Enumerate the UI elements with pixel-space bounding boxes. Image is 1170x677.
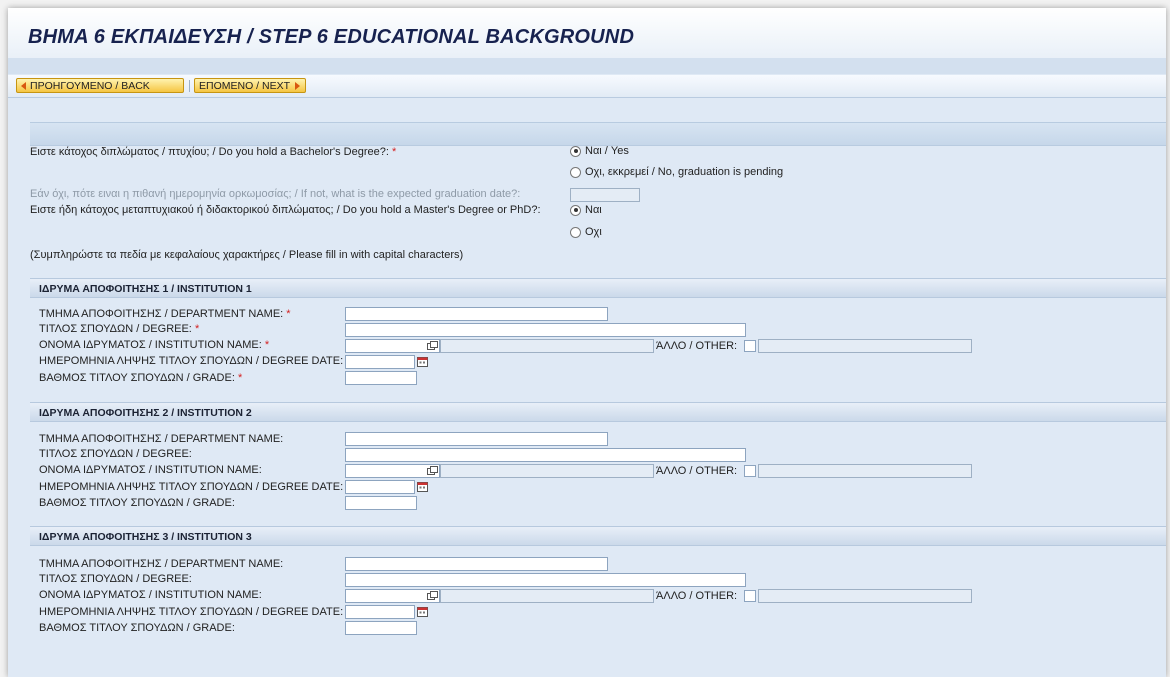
value-help-icon[interactable] [427,466,438,475]
bachelor-radio-pending-label: Οχι, εκκρεμεί / No, graduation is pendin… [585,166,784,178]
masters-radio-no-label: Οχι [585,226,602,238]
required-marker: * [264,339,270,351]
bachelor-radio-yes-label: Ναι / Yes [585,145,629,157]
institution-3-other-checkbox[interactable] [744,590,756,602]
calendar-icon[interactable] [417,606,428,617]
arrow-right-icon [295,81,301,90]
page-title: ΒΗΜΑ 6 ΕΚΠΑΙΔΕΥΣΗ / STEP 6 EDUCATIONAL B… [28,26,635,48]
bachelor-question-label: Ειστε κάτοχος διπλώματος / πτυχίου; / Do… [30,146,396,158]
institution-2-department-label: ΤΜΗΜΑ ΑΠΟΦΟΙΤΗΣΗΣ / DEPARTMENT NAME: [39,433,284,445]
institution-3-institution-label: ΟΝΟΜΑ ΙΔΡΥΜΑΤΟΣ / INSTITUTION NAME: [39,589,262,601]
application-window: ΒΗΜΑ 6 ΕΚΠΑΙΔΕΥΣΗ / STEP 6 EDUCATIONAL B… [8,8,1166,677]
institution-3-department-input[interactable] [345,557,608,571]
graduation-date-input[interactable] [570,188,640,202]
institution-2-institution-input[interactable] [345,464,440,478]
radio-selected-icon [570,204,581,216]
institution-1-grade-label: ΒΑΘΜΟΣ ΤΙΤΛΟΥ ΣΠΟΥΔΩΝ / GRADE: * [39,372,242,384]
institution-2-degree-date-label: ΗΜΕΡΟΜΗΝΙΑ ΛΗΨΗΣ ΤΙΤΛΟΥ ΣΠΟΥΔΩΝ / DEGREE… [39,481,344,493]
institution-1-degree-input[interactable] [345,323,746,337]
radio-selected-icon [570,145,581,157]
graduation-date-label: Εάν όχι, πότε ειναι η πιθανή ημερομηνία … [30,188,521,200]
header-strip [8,58,1166,74]
masters-radio-yes[interactable]: Ναι [570,204,602,216]
bachelor-radio-pending[interactable]: Οχι, εκκρεμεί / No, graduation is pendin… [570,166,783,178]
institution-3-institution-input[interactable] [345,589,440,603]
institution-1-department-label: ΤΜΗΜΑ ΑΠΟΦΟΙΤΗΣΗΣ / DEPARTMENT NAME: * [39,308,291,320]
institution-2-degree-input[interactable] [345,448,746,462]
institution-1-other-input[interactable] [758,339,972,353]
institution-1-institution-text [440,339,654,353]
institution-1-grade-input[interactable] [345,371,417,385]
institution-3-grade-input[interactable] [345,621,417,635]
institution-1-degree-date-label: ΗΜΕΡΟΜΗΝΙΑ ΛΗΨΗΣ ΤΙΤΛΟΥ ΣΠΟΥΔΩΝ / DEGREE… [39,355,344,367]
institution-3-degree-label: ΤΙΤΛΟΣ ΣΠΟΥΔΩΝ / DEGREE: [39,573,192,585]
institution-3-header: ΙΔΡΥΜΑ ΑΠΟΦΟΙΤΗΣΗΣ 3 / INSTITUTION 3 [30,526,1166,546]
toolbar: ΠΡΟΗΓΟΥΜΕΝΟ / BACK ΕΠΟΜΕΝΟ / NEXT [8,75,1166,98]
institution-2-degree-date-input[interactable] [345,480,415,494]
institution-label-text: ΟΝΟΜΑ ΙΔΡΥΜΑΤΟΣ / INSTITUTION NAME: [39,339,262,351]
bachelor-question-text: Ειστε κάτοχος διπλώματος / πτυχίου; / Do… [30,146,392,158]
institution-1-degree-label: ΤΙΤΛΟΣ ΣΠΟΥΔΩΝ / DEGREE: * [39,323,199,335]
degree-label-text: ΤΙΤΛΟΣ ΣΠΟΥΔΩΝ / DEGREE: [39,323,192,335]
institution-1-other-label: ΆΛΛΟ / OTHER: [656,340,738,352]
required-marker: * [194,323,200,335]
grade-label-text: ΒΑΘΜΟΣ ΤΙΤΛΟΥ ΣΠΟΥΔΩΝ / GRADE: [39,372,235,384]
required-marker: * [391,146,397,158]
toolbar-separator [189,80,190,92]
institution-2-department-input[interactable] [345,432,608,446]
institution-2-institution-text [440,464,654,478]
bachelor-radio-yes[interactable]: Ναι / Yes [570,145,629,157]
institution-3-other-label: ΆΛΛΟ / OTHER: [656,590,738,602]
institution-3-department-label: ΤΜΗΜΑ ΑΠΟΦΟΙΤΗΣΗΣ / DEPARTMENT NAME: [39,558,284,570]
institution-2-grade-label: ΒΑΘΜΟΣ ΤΙΤΛΟΥ ΣΠΟΥΔΩΝ / GRADE: [39,497,235,509]
institution-1-header: ΙΔΡΥΜΑ ΑΠΟΦΟΙΤΗΣΗΣ 1 / INSTITUTION 1 [30,278,1166,298]
institution-1-institution-input[interactable] [345,339,440,353]
institution-2-other-checkbox[interactable] [744,465,756,477]
institution-3-other-input[interactable] [758,589,972,603]
institution-2-other-input[interactable] [758,464,972,478]
capital-letters-note: (Συμπληρώστε τα πεδία με κεφαλαίους χαρα… [30,249,464,261]
institution-2-other-label: ΆΛΛΟ / OTHER: [656,465,738,477]
masters-question-label: Ειστε ήδη κάτοχος μεταπτυχιακού ή διδακτ… [30,204,541,216]
institution-3-grade-label: ΒΑΘΜΟΣ ΤΙΤΛΟΥ ΣΠΟΥΔΩΝ / GRADE: [39,622,235,634]
next-button-label: ΕΠΟΜΕΝΟ / NEXT [199,79,291,92]
institution-3-degree-date-label: ΗΜΕΡΟΜΗΝΙΑ ΛΗΨΗΣ ΤΙΤΛΟΥ ΣΠΟΥΔΩΝ / DEGREE… [39,606,344,618]
institution-3-degree-date-input[interactable] [345,605,415,619]
institution-3-degree-input[interactable] [345,573,746,587]
department-label-text: ΤΜΗΜΑ ΑΠΟΦΟΙΤΗΣΗΣ / DEPARTMENT NAME: [39,308,284,320]
institution-1-department-input[interactable] [345,307,608,321]
calendar-icon[interactable] [417,481,428,492]
value-help-icon[interactable] [427,591,438,600]
masters-radio-yes-label: Ναι [585,204,602,216]
radio-unselected-icon [570,226,581,238]
institution-3-institution-text [440,589,654,603]
arrow-left-icon [21,81,26,90]
institution-1-institution-label: ΟΝΟΜΑ ΙΔΡΥΜΑΤΟΣ / INSTITUTION NAME: * [39,339,269,351]
back-button[interactable]: ΠΡΟΗΓΟΥΜΕΝΟ / BACK [16,78,184,93]
form-panel-header [30,122,1166,146]
institution-2-institution-label: ΟΝΟΜΑ ΙΔΡΥΜΑΤΟΣ / INSTITUTION NAME: [39,464,262,476]
required-marker: * [286,308,291,320]
next-button[interactable]: ΕΠΟΜΕΝΟ / NEXT [194,78,306,93]
calendar-icon[interactable] [417,356,428,367]
radio-unselected-icon [570,166,581,178]
institution-1-other-checkbox[interactable] [744,340,756,352]
institution-2-degree-label: ΤΙΤΛΟΣ ΣΠΟΥΔΩΝ / DEGREE: [39,448,192,460]
masters-radio-no[interactable]: Οχι [570,226,602,238]
institution-2-header: ΙΔΡΥΜΑ ΑΠΟΦΟΙΤΗΣΗΣ 2 / INSTITUTION 2 [30,402,1166,422]
required-marker: * [237,372,243,384]
institution-1-degree-date-input[interactable] [345,355,415,369]
back-button-label: ΠΡΟΗΓΟΥΜΕΝΟ / BACK [30,79,150,92]
institution-2-grade-input[interactable] [345,496,417,510]
value-help-icon[interactable] [427,341,438,350]
